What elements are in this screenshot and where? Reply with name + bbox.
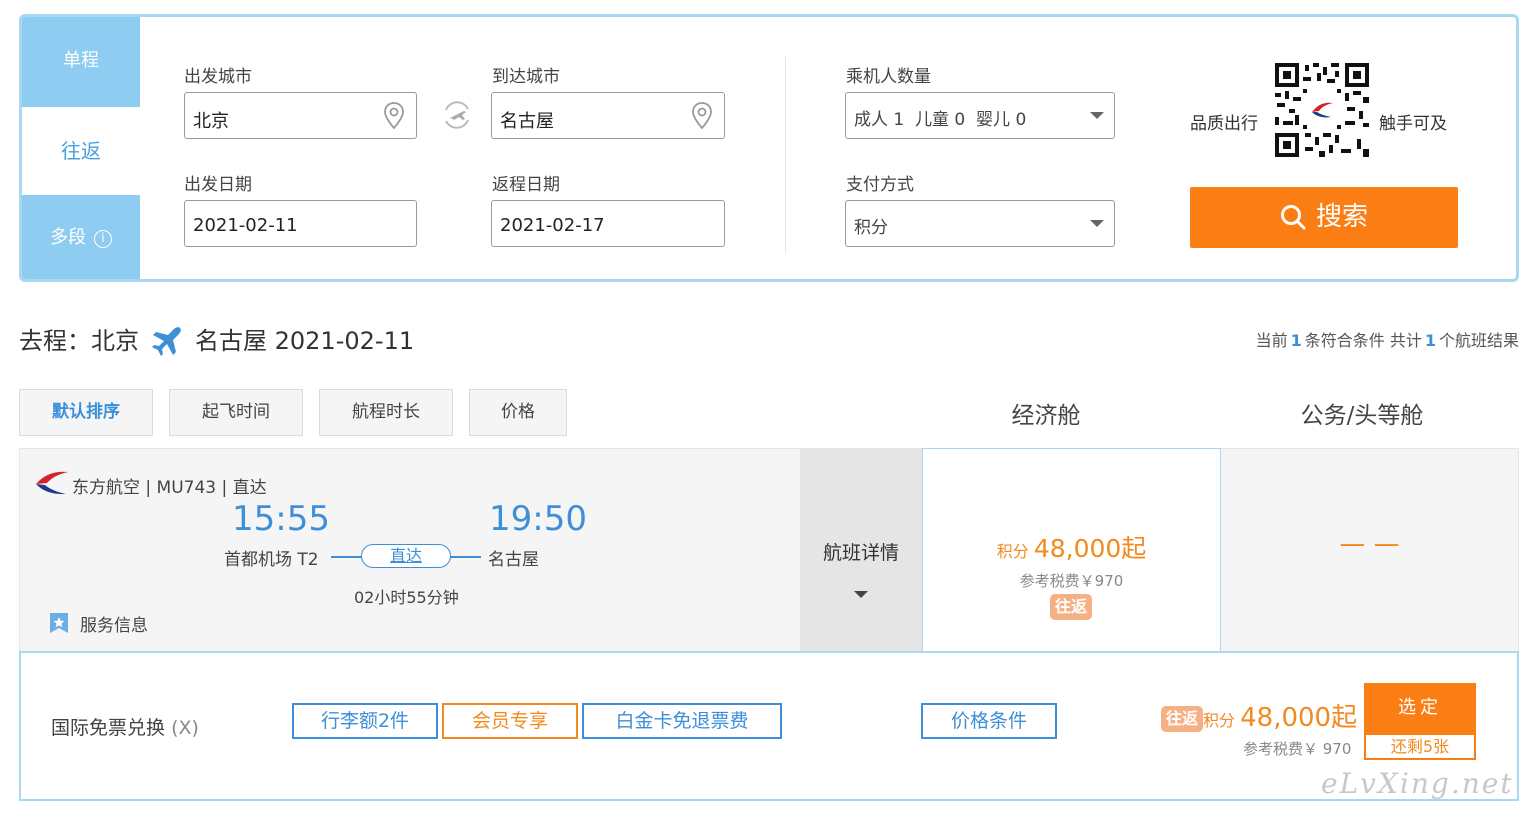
fare-name: 国际免票兑换 (X)	[51, 713, 199, 740]
location-pin-icon	[692, 102, 712, 130]
departure-date-input[interactable]: 2021-02-11	[184, 200, 417, 247]
chevron-down-icon	[854, 591, 868, 598]
brand-slogan-left: 品质出行	[1190, 114, 1258, 134]
round-trip-badge: 往返	[1050, 594, 1092, 620]
return-date-input[interactable]: 2021-02-17	[491, 200, 725, 247]
select-fare-button[interactable]: 选定	[1364, 683, 1476, 733]
summary-mid: 条符合条件 共计	[1304, 331, 1422, 350]
airplane-icon	[152, 327, 181, 356]
location-pin-icon	[384, 102, 404, 130]
brand-slogan-right: 触手可及	[1379, 114, 1447, 134]
summary-post: 个航班结果	[1438, 331, 1519, 350]
service-info-icon[interactable]	[48, 611, 70, 635]
payment-label: 支付方式	[846, 175, 914, 195]
chevron-down-icon	[1090, 220, 1104, 227]
route-origin: 去程：北京	[19, 327, 139, 355]
tab-round-trip[interactable]: 往返	[22, 107, 140, 195]
passengers-select[interactable]: 成人 1 儿童 0 婴儿 0	[845, 92, 1115, 139]
fare-option-row: 国际免票兑换 (X) 行李额2件 会员专享 白金卡免退票费 价格条件 往返 积分 …	[19, 651, 1519, 801]
info-icon[interactable]: i	[93, 230, 112, 248]
search-button[interactable]: 搜索	[1190, 187, 1458, 248]
points-label: 积分	[996, 542, 1029, 561]
fare-class-code: (X)	[171, 717, 199, 739]
matching-count: 1	[1290, 331, 1302, 350]
departure-airport: 首都机场 T2	[224, 550, 319, 570]
price-conditions-button[interactable]: 价格条件	[921, 703, 1057, 739]
service-info-link[interactable]: 服务信息	[80, 611, 148, 636]
route-heading: 去程：北京 名古屋 2021-02-11	[19, 321, 414, 357]
passengers-value: 成人 1 儿童 0 婴儿 0	[854, 110, 1027, 130]
qr-code-image	[1275, 63, 1369, 157]
sort-default-button[interactable]: 默认排序	[19, 389, 153, 436]
flight-search-panel: 单程 往返 多段 i 出发城市 北京 到达城市 名古屋 出发日期 2021-02…	[19, 14, 1519, 282]
baggage-tag[interactable]: 行李额2件	[292, 703, 438, 739]
direct-flight-link[interactable]: 直达	[361, 544, 451, 568]
departure-city-label: 出发城市	[184, 67, 252, 87]
swap-plane-icon[interactable]	[440, 98, 474, 132]
flight-duration: 02小时55分钟	[354, 588, 459, 607]
departure-date-value: 2021-02-11	[193, 215, 298, 236]
search-button-label: 搜索	[1315, 202, 1368, 232]
economy-cabin-header: 经济舱	[1011, 403, 1081, 429]
payment-value: 积分	[854, 218, 888, 238]
summary-pre: 当前	[1255, 331, 1288, 350]
points-value: 48,000起	[1033, 534, 1147, 563]
member-exclusive-tag[interactable]: 会员专享	[442, 703, 578, 739]
flight-details-label: 航班详情	[822, 542, 899, 564]
sort-price-button[interactable]: 价格	[469, 389, 567, 436]
arrival-airport: 名古屋	[488, 550, 539, 570]
seats-remaining: 还剩5张	[1364, 733, 1476, 760]
points-value: 48,000起	[1240, 703, 1358, 733]
points-label: 积分	[1203, 711, 1236, 730]
chevron-down-icon	[1090, 112, 1104, 119]
fare-tax: 参考税费￥ 970	[1243, 740, 1352, 758]
tab-multi-segment[interactable]: 多段 i	[22, 197, 140, 279]
total-count: 1	[1424, 331, 1436, 350]
trip-type-tabs: 单程 往返 多段 i	[22, 17, 140, 279]
search-icon	[1280, 205, 1306, 230]
business-fare-cell: — —	[1221, 449, 1518, 652]
economy-tax: 参考税费￥970	[1019, 572, 1124, 590]
departure-date-label: 出发日期	[184, 175, 252, 195]
airline-info: 东方航空 | MU743 | 直达	[72, 478, 267, 498]
flight-details-toggle[interactable]: 航班详情	[800, 449, 922, 652]
payment-select[interactable]: 积分	[845, 200, 1115, 247]
round-trip-badge: 往返	[1161, 706, 1203, 732]
china-eastern-logo	[36, 471, 68, 495]
result-summary: 当前 1 条符合条件 共计 1 个航班结果	[1256, 327, 1519, 351]
arrival-city-input[interactable]: 名古屋	[491, 92, 725, 139]
arrival-time: 19:50	[489, 499, 587, 539]
departure-time: 15:55	[232, 499, 330, 539]
fare-price: 往返 积分 48,000起	[1161, 697, 1357, 734]
sort-duration-button[interactable]: 航程时长	[319, 389, 453, 436]
departure-city-input[interactable]: 北京	[184, 92, 417, 139]
flight-row: 东方航空 | MU743 | 直达 15:55 19:50 首都机场 T2 名古…	[19, 448, 1519, 653]
business-cabin-header: 公务/头等舱	[1300, 403, 1424, 429]
economy-price: 积分 48,000起	[923, 529, 1220, 565]
platinum-refund-tag[interactable]: 白金卡免退票费	[582, 703, 782, 739]
watermark: eLvXing.net	[1321, 767, 1514, 800]
fare-name-text: 国际免票兑换	[51, 717, 166, 739]
arrival-city-value: 名古屋	[500, 111, 554, 132]
route-destination: 名古屋 2021-02-11	[195, 327, 415, 355]
tab-one-way[interactable]: 单程	[22, 17, 140, 105]
divider	[785, 57, 786, 253]
sort-departure-time-button[interactable]: 起飞时间	[169, 389, 303, 436]
passengers-label: 乘机人数量	[846, 67, 931, 87]
arrival-city-label: 到达城市	[492, 67, 560, 87]
return-date-label: 返程日期	[492, 175, 560, 195]
return-date-value: 2021-02-17	[500, 215, 605, 236]
economy-fare-cell[interactable]: 积分 48,000起 参考税费￥970 往返	[922, 448, 1221, 653]
departure-city-value: 北京	[193, 111, 229, 132]
business-unavailable: — —	[1339, 529, 1400, 559]
